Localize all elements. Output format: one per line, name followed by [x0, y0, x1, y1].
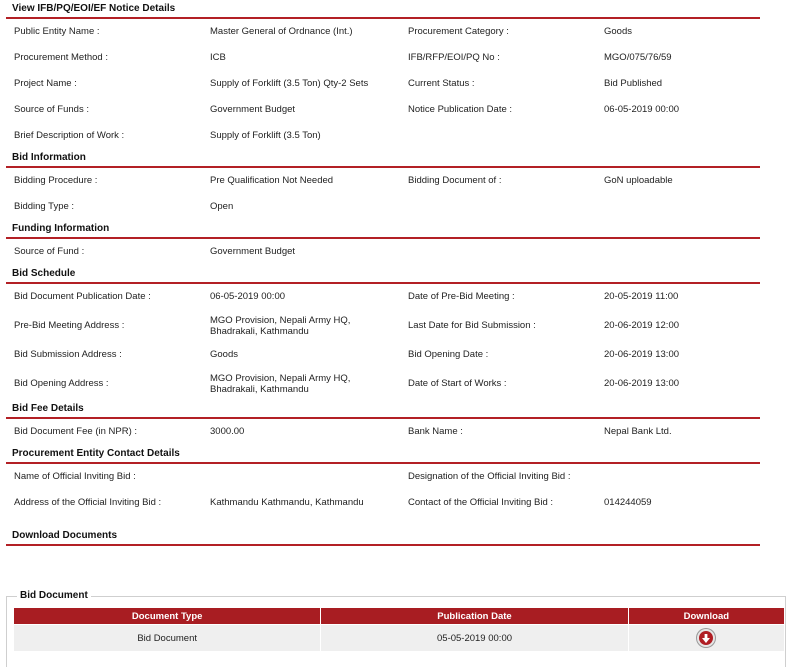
- field-label: Bid Opening Address :: [14, 378, 109, 390]
- bid-document-fieldset: Bid Document Document Type Publication D…: [6, 590, 786, 667]
- field-value: Open: [210, 201, 234, 213]
- document-type-cell: Bid Document: [12, 624, 322, 652]
- bid-information-section: Bid Information Bidding Procedure : Pre …: [6, 149, 760, 220]
- column-header-publication-date: Publication Date: [320, 607, 629, 625]
- field-label: Date of Start of Works :: [408, 378, 507, 390]
- download-cell: [627, 624, 786, 652]
- detail-row: Bidding Type : Open: [6, 194, 760, 220]
- field-value: 20-06-2019 12:00: [604, 320, 680, 332]
- field-value: Goods: [210, 349, 238, 361]
- field-label: Bidding Document of :: [408, 175, 502, 187]
- field-label: Source of Fund :: [14, 246, 85, 258]
- field-label: Project Name :: [14, 78, 77, 90]
- section-title-download-documents: Download Documents: [6, 516, 760, 546]
- funding-information-section: Funding Information Source of Fund : Gov…: [6, 220, 760, 265]
- field-label: Contact of the Official Inviting Bid :: [408, 497, 554, 509]
- detail-row: Name of Official Inviting Bid : Designat…: [6, 464, 760, 490]
- detail-row: Bid Opening Address : MGO Provision, Nep…: [6, 368, 760, 400]
- column-header-download: Download: [627, 607, 786, 625]
- field-label: Name of Official Inviting Bid :: [14, 471, 136, 483]
- field-label: Brief Description of Work :: [14, 130, 125, 142]
- field-value: 06-05-2019 00:00: [604, 104, 680, 116]
- field-label: IFB/RFP/EOI/PQ No :: [408, 52, 500, 64]
- detail-row: Procurement Method : ICB IFB/RFP/EOI/PQ …: [6, 45, 760, 71]
- field-value: Goods: [604, 26, 632, 38]
- field-label: Bidding Procedure :: [14, 175, 98, 187]
- field-label: Bank Name :: [408, 426, 463, 438]
- table-header-row: Document Type Publication Date Download: [12, 607, 786, 625]
- notice-details-page: View IFB/PQ/EOI/EF Notice Details Public…: [0, 0, 796, 667]
- field-value: GoN uploadable: [604, 175, 673, 187]
- field-label: Bidding Type :: [14, 201, 75, 213]
- field-value: Supply of Forklift (3.5 Ton) Qty-2 Sets: [210, 78, 369, 90]
- bid-fee-section: Bid Fee Details Bid Document Fee (in NPR…: [6, 400, 760, 445]
- download-icon[interactable]: [697, 629, 716, 647]
- notice-section: View IFB/PQ/EOI/EF Notice Details Public…: [6, 0, 760, 149]
- detail-row: Source of Fund : Government Budget: [6, 239, 760, 265]
- field-value: Government Budget: [210, 104, 296, 116]
- field-label: Bid Document Publication Date :: [14, 291, 151, 303]
- bid-schedule-section: Bid Schedule Bid Document Publication Da…: [6, 265, 760, 400]
- field-value: Nepal Bank Ltd.: [604, 426, 672, 438]
- field-label: Procurement Method :: [14, 52, 108, 64]
- table-row: Bid Document 05-05-2019 00:00: [12, 624, 786, 652]
- field-value: Bid Published: [604, 78, 663, 90]
- field-value: MGO Provision, Nepali Army HQ, Bhadrakal…: [210, 372, 351, 396]
- field-label: Pre-Bid Meeting Address :: [14, 320, 125, 332]
- field-label: Bid Document Fee (in NPR) :: [14, 426, 138, 438]
- detail-row: Bid Submission Address : Goods Bid Openi…: [6, 342, 760, 368]
- field-value: 3000.00: [210, 426, 245, 438]
- detail-row: Source of Funds : Government Budget Noti…: [6, 97, 760, 123]
- detail-row: Project Name : Supply of Forklift (3.5 T…: [6, 71, 760, 97]
- detail-row: Brief Description of Work : Supply of Fo…: [6, 123, 760, 149]
- field-label: Designation of the Official Inviting Bid…: [408, 471, 571, 483]
- field-value: MGO/075/76/59: [604, 52, 672, 64]
- documents-table: Document Type Publication Date Download …: [12, 607, 786, 652]
- section-title-bid-schedule: Bid Schedule: [6, 265, 760, 284]
- detail-row: Address of the Official Inviting Bid : K…: [6, 490, 760, 516]
- bid-document-legend: Bid Document: [17, 590, 91, 601]
- field-label: Bid Opening Date :: [408, 349, 489, 361]
- field-value: Master General of Ordnance (Int.): [210, 26, 353, 38]
- detail-row: Bidding Procedure : Pre Qualification No…: [6, 168, 760, 194]
- field-value: Pre Qualification Not Needed: [210, 175, 334, 187]
- field-value: ICB: [210, 52, 226, 64]
- field-label: Bid Submission Address :: [14, 349, 122, 361]
- field-label: Public Entity Name :: [14, 26, 100, 38]
- section-title-funding-information: Funding Information: [6, 220, 760, 239]
- detail-row: Public Entity Name : Master General of O…: [6, 19, 760, 45]
- detail-row: Pre-Bid Meeting Address : MGO Provision,…: [6, 310, 760, 342]
- field-label: Notice Publication Date :: [408, 104, 513, 116]
- field-value: 014244059: [604, 497, 652, 509]
- field-value: 20-06-2019 13:00: [604, 349, 680, 361]
- field-label: Source of Funds :: [14, 104, 89, 116]
- field-value: 06-05-2019 00:00: [210, 291, 286, 303]
- field-label: Last Date for Bid Submission :: [408, 320, 536, 332]
- field-value: Kathmandu Kathmandu, Kathmandu: [210, 497, 364, 509]
- field-label: Date of Pre-Bid Meeting :: [408, 291, 515, 303]
- field-value: 20-05-2019 11:00: [604, 291, 679, 303]
- field-label: Current Status :: [408, 78, 475, 90]
- column-header-document-type: Document Type: [12, 607, 322, 625]
- contact-section: Procurement Entity Contact Details Name …: [6, 445, 760, 516]
- section-title-bid-fee: Bid Fee Details: [6, 400, 760, 419]
- field-value: Supply of Forklift (3.5 Ton): [210, 130, 321, 142]
- detail-row: Bid Document Fee (in NPR) : 3000.00 Bank…: [6, 419, 760, 445]
- section-title-contact: Procurement Entity Contact Details: [6, 445, 760, 464]
- field-value: MGO Provision, Nepali Army HQ, Bhadrakal…: [210, 314, 351, 338]
- section-title-bid-information: Bid Information: [6, 149, 760, 168]
- field-value: 20-06-2019 13:00: [604, 378, 680, 390]
- field-label: Procurement Category :: [408, 26, 509, 38]
- download-arrow-icon: [702, 633, 711, 643]
- publication-date-cell: 05-05-2019 00:00: [320, 624, 629, 652]
- section-title-notice: View IFB/PQ/EOI/EF Notice Details: [6, 0, 760, 19]
- detail-row: Bid Document Publication Date : 06-05-20…: [6, 284, 760, 310]
- field-value: Government Budget: [210, 246, 296, 258]
- field-label: Address of the Official Inviting Bid :: [14, 497, 162, 509]
